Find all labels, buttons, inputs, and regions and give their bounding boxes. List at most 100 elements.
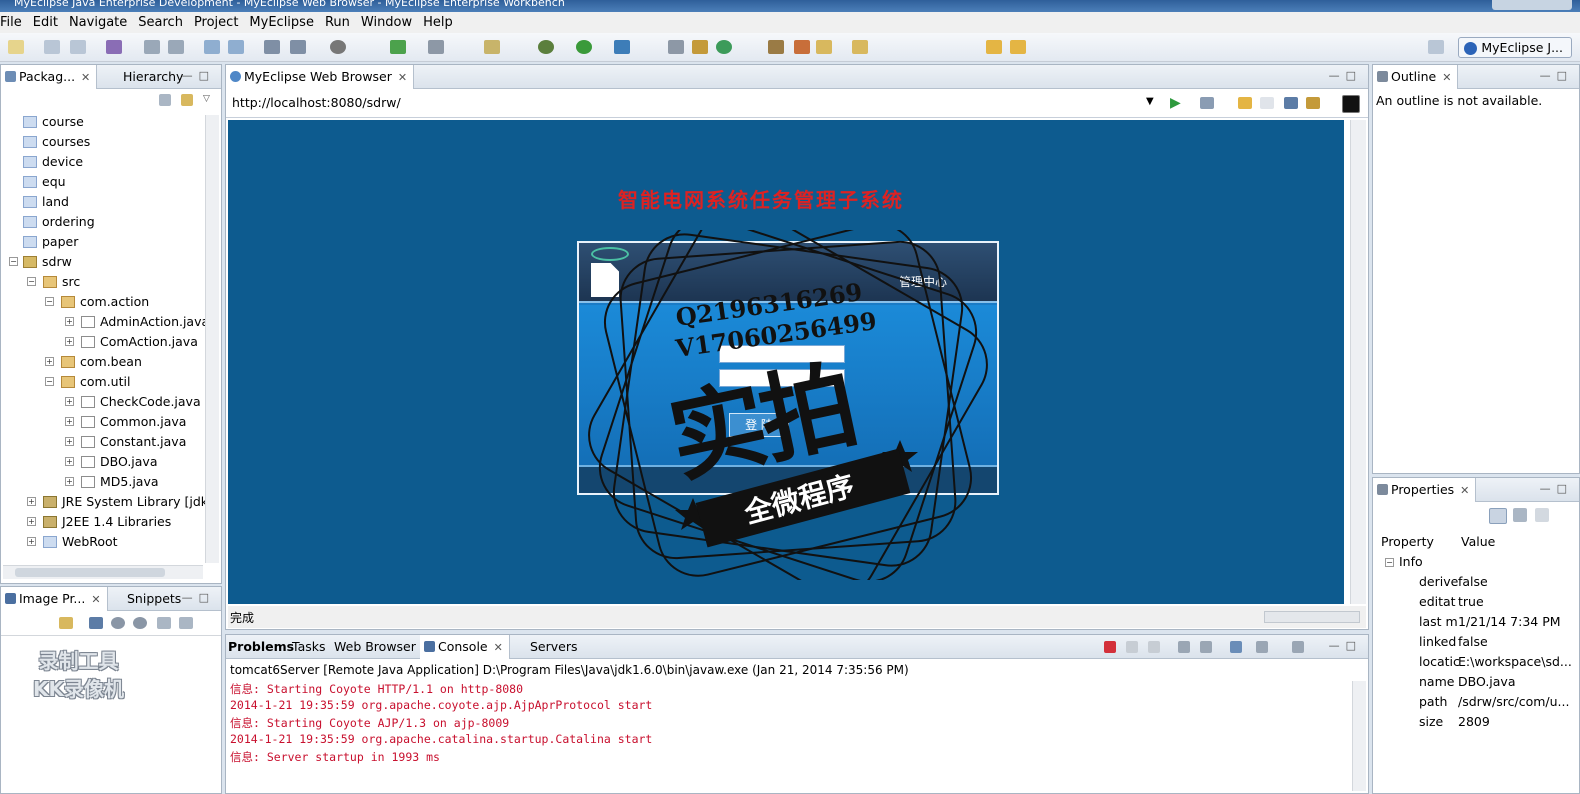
bookmark-icon[interactable] <box>1200 97 1214 109</box>
back-icon[interactable] <box>1238 97 1252 109</box>
expand-icon[interactable]: + <box>65 317 74 326</box>
close-icon[interactable]: ✕ <box>494 641 503 654</box>
tab-web-browser[interactable]: MyEclipse Web Browser ✕ <box>226 65 415 89</box>
open-perspective-icon[interactable] <box>1428 40 1444 54</box>
minimize-maximize-icon[interactable]: —□ <box>1329 69 1362 82</box>
tab-servers[interactable]: Servers <box>512 635 584 659</box>
close-icon[interactable]: ✕ <box>1460 484 1469 497</box>
expand-icon[interactable]: + <box>65 417 74 426</box>
tab-outline[interactable]: Outline ✕ <box>1373 65 1459 89</box>
window-controls[interactable] <box>1492 0 1572 10</box>
actual-size-icon[interactable] <box>157 617 171 629</box>
close-icon[interactable]: ✕ <box>398 71 407 84</box>
server-manage-icon[interactable] <box>264 40 280 54</box>
menu-window[interactable]: Window <box>361 15 420 30</box>
annotation-icon[interactable] <box>852 40 868 54</box>
minimize-maximize-icon[interactable]: —□ <box>1540 482 1573 495</box>
menu-navigate[interactable]: Navigate <box>69 15 135 30</box>
tab-tasks[interactable]: Tasks <box>288 635 332 659</box>
menu-edit[interactable]: Edit <box>33 15 66 30</box>
menu-project[interactable]: Project <box>194 15 246 30</box>
expand-icon[interactable]: + <box>65 337 74 346</box>
minimize-maximize-icon[interactable]: —□ <box>182 591 215 604</box>
terminate-icon[interactable] <box>1104 641 1116 653</box>
refresh-icon[interactable] <box>716 40 732 54</box>
save-icon[interactable] <box>44 40 60 54</box>
collapse-icon[interactable]: − <box>45 297 54 306</box>
menu-run[interactable]: Run <box>325 15 358 30</box>
refresh-icon[interactable] <box>59 617 73 629</box>
expand-icon[interactable]: + <box>27 537 36 546</box>
collapse-all-icon[interactable] <box>159 94 171 106</box>
forward-icon[interactable] <box>1010 40 1026 54</box>
clear-console-icon[interactable] <box>1178 641 1190 653</box>
open-type-icon[interactable] <box>428 40 444 54</box>
new-icon[interactable] <box>8 40 24 54</box>
new-console-icon[interactable] <box>1292 641 1304 653</box>
collapse-icon[interactable]: − <box>1385 558 1394 567</box>
save-all-icon[interactable] <box>70 40 86 54</box>
zoom-in-icon[interactable] <box>133 617 147 629</box>
browser-icon[interactable] <box>330 40 346 54</box>
mark-icon[interactable] <box>794 40 810 54</box>
expand-icon[interactable]: + <box>45 357 54 366</box>
server-icon[interactable] <box>168 40 184 54</box>
filter-icon[interactable] <box>1513 508 1527 522</box>
jar-icon[interactable] <box>106 40 122 54</box>
perspective-button[interactable]: MyEclipse J... <box>1458 37 1572 58</box>
fullscreen-icon[interactable] <box>179 617 193 629</box>
build-icon[interactable] <box>144 40 160 54</box>
browser-vscroll[interactable] <box>1350 120 1366 604</box>
forward-icon[interactable] <box>1260 97 1274 109</box>
grid-icon[interactable] <box>692 40 708 54</box>
minimize-maximize-icon[interactable]: —□ <box>1540 69 1573 82</box>
link-editor-icon[interactable] <box>181 94 193 106</box>
run-icon[interactable] <box>576 40 592 54</box>
add-icon[interactable] <box>390 40 406 54</box>
close-icon[interactable]: ✕ <box>91 593 100 606</box>
tab-hierarchy[interactable]: Hierarchy <box>105 65 189 89</box>
console-vscroll[interactable] <box>1352 681 1366 791</box>
restore-default-icon[interactable] <box>1535 508 1549 522</box>
go-icon[interactable]: ▶ <box>1170 95 1181 111</box>
expand-icon[interactable]: + <box>65 477 74 486</box>
menu-help[interactable]: Help <box>423 15 461 30</box>
tab-snippets[interactable]: Snippets <box>109 587 187 611</box>
deploy-icon[interactable] <box>204 40 220 54</box>
expand-icon[interactable]: + <box>65 397 74 406</box>
refresh-icon[interactable] <box>1306 97 1320 109</box>
stop-icon[interactable] <box>1284 97 1298 109</box>
new-class-icon[interactable] <box>484 40 500 54</box>
categories-icon[interactable] <box>1489 508 1507 524</box>
close-icon[interactable]: ✕ <box>1442 71 1451 84</box>
folder-icon[interactable] <box>816 40 832 54</box>
expand-icon[interactable]: + <box>27 517 36 526</box>
pin-console-icon[interactable] <box>1230 641 1242 653</box>
minimize-maximize-icon[interactable]: —□ <box>182 69 215 82</box>
explorer-hscroll[interactable] <box>3 565 203 579</box>
tab-web-browser-view[interactable]: Web Browser <box>330 635 422 659</box>
close-icon[interactable]: ✕ <box>81 71 90 84</box>
tab-properties[interactable]: Properties ✕ <box>1373 478 1477 502</box>
zoom-out-icon[interactable] <box>111 617 125 629</box>
collapse-icon[interactable]: − <box>27 277 36 286</box>
server-run-icon[interactable] <box>290 40 306 54</box>
menu-file[interactable]: File <box>0 15 30 30</box>
property-group-info[interactable]: Info <box>1399 554 1423 569</box>
console-output[interactable]: 信息: Starting Coyote HTTP/1.1 on http-808… <box>230 681 652 766</box>
collapse-icon[interactable]: − <box>45 377 54 386</box>
remove-launch-icon[interactable] <box>1126 641 1138 653</box>
fit-icon[interactable] <box>89 617 103 629</box>
remove-all-icon[interactable] <box>1148 641 1160 653</box>
url-input[interactable] <box>232 95 1132 110</box>
menu-search[interactable]: Search <box>138 15 191 30</box>
menu-myeclipse[interactable]: MyEclipse <box>249 15 322 30</box>
explorer-vscroll[interactable] <box>205 115 219 563</box>
expand-icon[interactable]: + <box>65 437 74 446</box>
back-icon[interactable] <box>986 40 1002 54</box>
search-icon[interactable] <box>768 40 784 54</box>
display-console-icon[interactable] <box>1256 641 1268 653</box>
external-tools-icon[interactable] <box>614 40 630 54</box>
scroll-lock-icon[interactable] <box>1200 641 1212 653</box>
dropdown-icon[interactable]: ▼ <box>1146 96 1154 107</box>
